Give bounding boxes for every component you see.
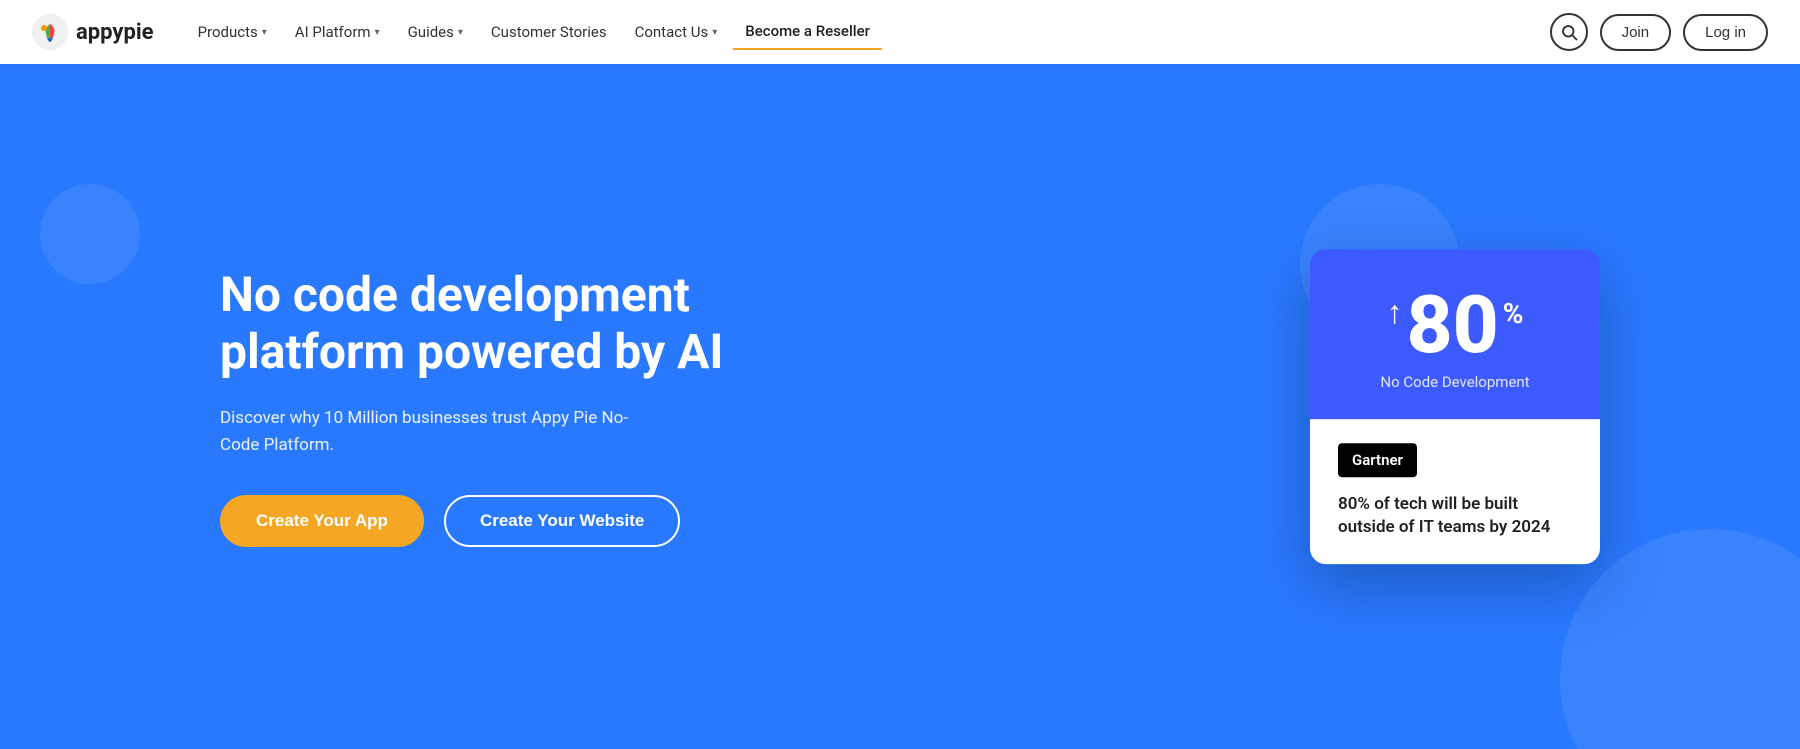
stats-label: No Code Development: [1380, 373, 1529, 391]
create-app-button[interactable]: Create Your App: [220, 495, 424, 547]
logo-link[interactable]: appypie: [32, 14, 154, 50]
logo-icon: [32, 14, 68, 50]
nav-customer-stories-label: Customer Stories: [491, 23, 607, 41]
gartner-badge: Gartner: [1338, 443, 1417, 477]
products-chevron-icon: ▾: [262, 27, 267, 38]
nav-reseller-label: Become a Reseller: [745, 22, 870, 40]
main-nav: Products ▾ AI Platform ▾ Guides ▾ Custom…: [186, 14, 1550, 50]
nav-products-label: Products: [198, 23, 258, 41]
contact-chevron-icon: ▾: [712, 27, 717, 38]
nav-ai-platform-label: AI Platform: [295, 23, 371, 41]
nav-contact-us-label: Contact Us: [635, 23, 709, 41]
logo-text: appypie: [76, 20, 154, 45]
hero-content: No code development platform powered by …: [0, 266, 750, 548]
stats-arrow-icon: ↑: [1387, 293, 1403, 331]
stats-percent-display: ↑ 80 %: [1387, 285, 1524, 365]
login-button[interactable]: Log in: [1683, 14, 1768, 51]
hero-section: No code development platform powered by …: [0, 64, 1800, 749]
nav-products[interactable]: Products ▾: [186, 15, 279, 49]
nav-contact-us[interactable]: Contact Us ▾: [623, 15, 730, 49]
create-website-button[interactable]: Create Your Website: [444, 495, 680, 547]
hero-buttons: Create Your App Create Your Website: [220, 495, 750, 547]
nav-guides[interactable]: Guides ▾: [396, 15, 475, 49]
ai-platform-chevron-icon: ▾: [375, 27, 380, 38]
header: appypie Products ▾ AI Platform ▾ Guides …: [0, 0, 1800, 64]
nav-ai-platform[interactable]: AI Platform ▾: [283, 15, 392, 49]
nav-customer-stories[interactable]: Customer Stories: [479, 15, 619, 49]
nav-become-reseller[interactable]: Become a Reseller: [733, 14, 882, 50]
search-button[interactable]: [1550, 13, 1588, 51]
nav-guides-label: Guides: [408, 23, 454, 41]
hero-title: No code development platform powered by …: [220, 266, 750, 381]
stats-card-top: ↑ 80 % No Code Development: [1310, 249, 1600, 419]
stats-description: 80% of tech will be built outside of IT …: [1338, 493, 1572, 541]
search-icon: [1560, 23, 1578, 41]
header-actions: Join Log in: [1550, 13, 1768, 51]
guides-chevron-icon: ▾: [458, 27, 463, 38]
hero-subtitle: Discover why 10 Million businesses trust…: [220, 405, 640, 459]
join-button[interactable]: Join: [1600, 14, 1672, 51]
bg-circle-3: [1560, 529, 1800, 749]
stats-superscript: %: [1503, 297, 1524, 330]
stats-number: 80: [1407, 285, 1499, 365]
stats-card-bottom: Gartner 80% of tech will be built outsid…: [1310, 419, 1600, 565]
stats-card: ↑ 80 % No Code Development Gartner 80% o…: [1310, 249, 1600, 565]
